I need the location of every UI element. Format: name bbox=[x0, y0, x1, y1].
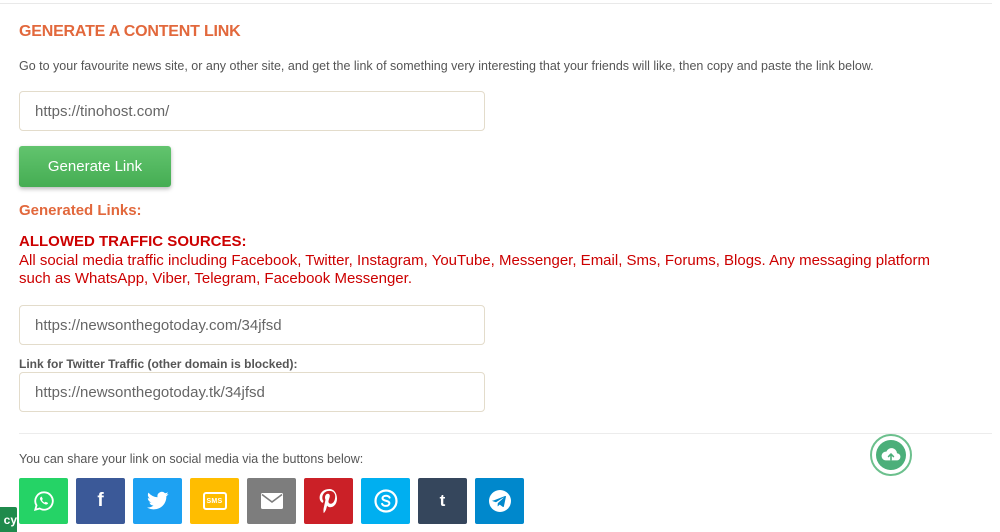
sms-icon: SMS bbox=[202, 492, 227, 510]
generated-link-field[interactable] bbox=[19, 305, 485, 345]
email-icon bbox=[260, 493, 283, 509]
facebook-icon: f bbox=[97, 490, 104, 511]
section-divider bbox=[19, 433, 992, 434]
share-instructions: You can share your link on social media … bbox=[19, 452, 364, 466]
cloud-upload-icon bbox=[881, 448, 901, 461]
share-telegram-button[interactable] bbox=[475, 478, 524, 524]
generated-links-label: Generated Links: bbox=[19, 202, 142, 219]
share-tumblr-button[interactable]: t bbox=[418, 478, 467, 524]
top-divider bbox=[0, 3, 992, 4]
share-skype-button[interactable] bbox=[361, 478, 410, 524]
allowed-sources-description: All social media traffic including Faceb… bbox=[19, 252, 930, 287]
twitter-link-label: Link for Twitter Traffic (other domain i… bbox=[19, 357, 298, 371]
share-sms-button[interactable]: SMS bbox=[190, 478, 239, 524]
telegram-icon bbox=[488, 490, 511, 512]
share-twitter-button[interactable] bbox=[133, 478, 182, 524]
share-pinterest-button[interactable] bbox=[304, 478, 353, 524]
skype-icon bbox=[373, 489, 398, 513]
share-email-button[interactable] bbox=[247, 478, 296, 524]
twitter-link-field[interactable] bbox=[19, 372, 485, 412]
tumblr-icon: t bbox=[439, 491, 446, 510]
content-link-input[interactable] bbox=[19, 91, 485, 131]
share-buttons: f SMS t bbox=[19, 478, 524, 524]
pinterest-icon bbox=[319, 489, 337, 513]
generate-link-button[interactable]: Generate Link bbox=[19, 146, 171, 187]
share-facebook-button[interactable]: f bbox=[76, 478, 125, 524]
twitter-icon bbox=[146, 491, 169, 510]
section-title: GENERATE A CONTENT LINK bbox=[19, 23, 241, 40]
allowed-sources-title: ALLOWED TRAFFIC SOURCES: bbox=[19, 233, 247, 250]
cloud-upload-button[interactable] bbox=[870, 434, 912, 476]
privacy-tab[interactable]: cy bbox=[0, 507, 17, 532]
instructions-text: Go to your favourite news site, or any o… bbox=[19, 59, 874, 73]
whatsapp-icon bbox=[33, 491, 54, 512]
share-whatsapp-button[interactable] bbox=[19, 478, 68, 524]
